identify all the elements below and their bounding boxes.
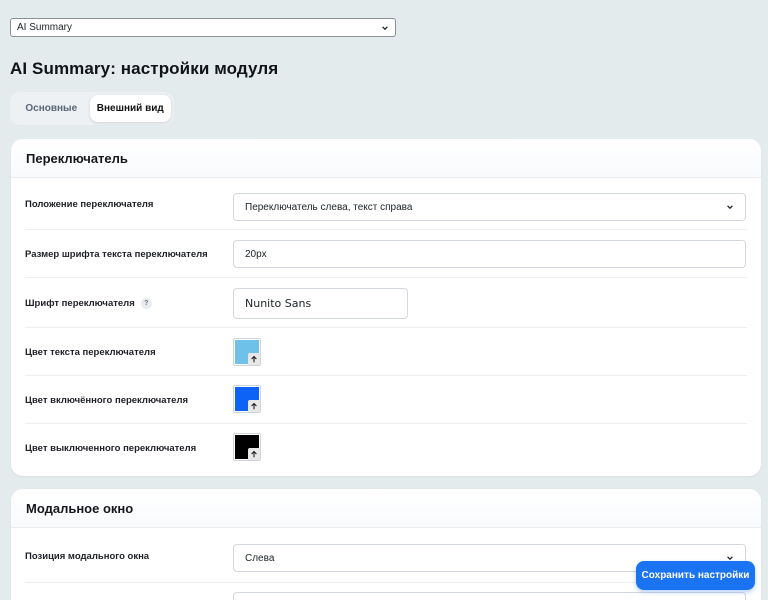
settings-row: Положение переключателя Переключатель сл… [11, 179, 761, 230]
settings-row: Шрифт переключателя ? Nunito Sans [11, 278, 761, 328]
switcher-text-color-label: Цвет текста переключателя [25, 346, 156, 358]
switcher-settings-card: Переключатель Положение переключателя Пе… [11, 139, 761, 476]
tabs: Основные Внешний вид [10, 92, 174, 125]
upload-arrow-icon [248, 448, 260, 460]
switcher-text-color-swatch[interactable] [233, 338, 261, 366]
save-settings-button[interactable]: Сохранить настройки [636, 561, 755, 590]
tab-general[interactable]: Основные [13, 95, 90, 122]
switcher-font-value: Nunito Sans [245, 297, 312, 310]
switcher-on-color-swatch[interactable] [233, 385, 261, 413]
chevron-down-icon [727, 205, 733, 210]
settings-row: Цвет текста переключателя [11, 328, 761, 376]
tab-appearance[interactable]: Внешний вид [89, 95, 171, 122]
section-title-modal: Модальное окно [11, 489, 761, 528]
settings-row: Цвет выключенного переключателя [11, 424, 761, 472]
section-title-switcher: Переключатель [11, 139, 761, 178]
switcher-off-color-label: Цвет выключенного переключателя [25, 442, 197, 454]
settings-row: Размер шрифта текста переключателя 20px [11, 230, 761, 278]
upload-arrow-icon [248, 400, 260, 412]
module-select-value: AI Summary [17, 22, 73, 33]
switcher-font-label: Шрифт переключателя ? [25, 297, 152, 309]
switcher-font-label-text: Шрифт переключателя [25, 297, 135, 309]
switcher-font-size-input[interactable]: 20px [233, 240, 746, 268]
switcher-font-size-label: Размер шрифта текста переключателя [25, 248, 208, 260]
help-icon[interactable]: ? [140, 297, 152, 309]
switcher-off-color-swatch[interactable] [233, 433, 261, 461]
chevron-down-icon [382, 25, 388, 30]
switcher-position-label: Положение переключателя [25, 199, 154, 210]
modal-next-field[interactable] [233, 592, 746, 600]
settings-row: Цвет включённого переключателя [11, 376, 761, 424]
switcher-on-color-label: Цвет включённого переключателя [25, 394, 189, 406]
upload-arrow-icon [248, 353, 260, 365]
switcher-font-input[interactable]: Nunito Sans [233, 288, 408, 319]
switcher-font-size-value: 20px [245, 248, 267, 260]
page-title: AI Summary: настройки модуля [10, 59, 279, 78]
switcher-position-select[interactable]: Переключатель слева, текст справа [233, 193, 746, 221]
module-select[interactable]: AI Summary [10, 18, 396, 37]
switcher-position-value: Переключатель слева, текст справа [245, 201, 413, 213]
modal-position-value: Слева [245, 552, 275, 564]
modal-position-label: Позиция модального окна [25, 550, 150, 562]
